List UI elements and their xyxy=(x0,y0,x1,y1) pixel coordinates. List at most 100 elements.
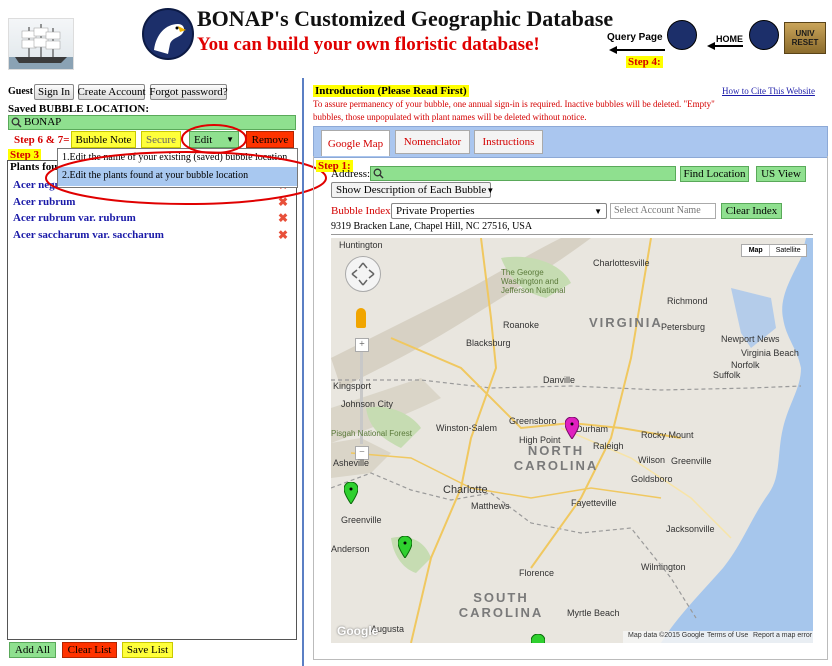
create-account-button[interactable]: Create Account xyxy=(77,84,146,100)
report-error-link[interactable]: Report a map error xyxy=(753,632,812,639)
select-account-input[interactable]: Select Account Name xyxy=(610,203,716,219)
list-item[interactable]: Acer saccharum var. saccharum xyxy=(13,229,164,241)
city-label: Charlotte xyxy=(443,484,488,496)
eagle-button-icon xyxy=(749,20,779,50)
univ-reset-button[interactable]: UNIV RESET xyxy=(784,22,826,54)
address-input[interactable] xyxy=(370,166,676,181)
edit-dropdown-menu: 1.Edit the name of your existing (saved)… xyxy=(57,148,298,188)
query-page-link[interactable]: Query Page xyxy=(607,20,697,54)
forest-label: The George Washington and Jefferson Nati… xyxy=(501,268,566,295)
tab-instructions[interactable]: Instructions xyxy=(474,130,543,154)
city-label: Jacksonville xyxy=(666,524,715,534)
ship-logo xyxy=(8,18,74,70)
sign-in-button[interactable]: Sign In xyxy=(34,84,74,100)
map-attribution: Map data ©2015 Google xyxy=(628,632,705,639)
city-label: Goldsboro xyxy=(631,474,673,484)
step67-label: Step 6 & 7= xyxy=(14,134,70,146)
map-type-control: Map Satellite xyxy=(741,244,807,257)
map-marker-green[interactable] xyxy=(531,634,545,643)
map-type-map-button[interactable]: Map xyxy=(742,245,769,256)
tab-nomenclator[interactable]: Nomenclator xyxy=(395,130,470,154)
forest-label: Pisgah National Forest xyxy=(331,429,412,438)
city-label: Wilson xyxy=(638,455,666,465)
delete-icon[interactable]: ✖ xyxy=(278,228,288,243)
map-marker-magenta[interactable] xyxy=(565,417,579,439)
city-label: Virginia Beach xyxy=(741,348,799,358)
eagle-button-icon xyxy=(667,20,697,50)
intro-text: To assure permanency of your bubble, one… xyxy=(313,99,715,122)
city-label: Matthews xyxy=(471,501,510,511)
edit-menu-item-plants[interactable]: 2.Edit the plants found at your bubble l… xyxy=(58,167,297,186)
chevron-down-icon: ▼ xyxy=(486,185,495,195)
edit-menu-item-name[interactable]: 1.Edit the name of your existing (saved)… xyxy=(62,152,287,163)
zoom-in-button[interactable]: + xyxy=(355,338,369,352)
state-label: SOUTH CAROLINA xyxy=(458,590,544,620)
eagle-logo xyxy=(142,8,194,60)
saved-bubble-field[interactable]: BONAP xyxy=(8,115,296,130)
city-label: Greenville xyxy=(671,456,712,466)
city-label: Richmond xyxy=(667,296,708,306)
pegman-icon[interactable] xyxy=(356,308,366,328)
city-label: Greenville xyxy=(341,515,382,525)
city-label: Asheville xyxy=(333,458,370,468)
show-description-select[interactable]: Show Description of Each Bubble ▼ xyxy=(331,182,495,198)
bubble-index-label: Bubble Index: xyxy=(331,205,394,217)
chevron-down-icon: ▼ xyxy=(226,135,234,144)
city-label: High Point xyxy=(519,435,561,445)
find-location-button[interactable]: Find Location xyxy=(680,166,749,182)
clear-list-button[interactable]: Clear List xyxy=(62,642,117,658)
address-line: 9319 Bracken Lane, Chapel Hill, NC 27516… xyxy=(331,221,533,232)
tab-google-map[interactable]: Google Map xyxy=(321,130,390,156)
home-label: HOME xyxy=(716,34,743,44)
list-item[interactable]: Acer rubrum xyxy=(13,196,75,208)
chevron-down-icon: ▼ xyxy=(594,206,602,216)
city-label: Petersburg xyxy=(661,322,706,332)
address-label: Address: xyxy=(331,168,371,180)
city-label: Norfolk xyxy=(731,360,760,370)
delete-icon[interactable]: ✖ xyxy=(278,195,288,210)
intro-title: Introduction (Please Read First) xyxy=(313,85,469,97)
city-label: Suffolk xyxy=(713,370,741,380)
remove-button[interactable]: Remove xyxy=(246,131,294,148)
city-label: Johnson City xyxy=(341,399,394,409)
city-label: Huntington xyxy=(339,240,383,250)
query-page-label: Query Page xyxy=(607,32,663,43)
step4-label: Step 4: xyxy=(626,56,663,68)
page-subtitle: You can build your own floristic databas… xyxy=(197,34,540,55)
city-label: Raleigh xyxy=(593,441,624,451)
delete-icon[interactable]: ✖ xyxy=(278,211,288,226)
page-title: BONAP's Customized Geographic Database xyxy=(197,6,614,31)
home-link[interactable]: HOME xyxy=(705,20,779,54)
saved-bubble-label: Saved BUBBLE LOCATION: xyxy=(8,103,149,115)
city-label: Rocky Mount xyxy=(641,430,694,440)
clear-index-button[interactable]: Clear Index xyxy=(721,203,782,219)
forgot-password-button[interactable]: Forgot password? xyxy=(149,84,228,100)
google-map[interactable]: + − Map Satellite VIRGINIA NORTH CAROLIN… xyxy=(331,238,813,643)
bubble-note-button[interactable]: Bubble Note xyxy=(71,131,136,148)
state-label: VIRGINIA xyxy=(589,315,663,330)
cite-link[interactable]: How to Cite This Website xyxy=(722,86,815,96)
save-list-button[interactable]: Save List xyxy=(122,642,173,658)
city-label: Roanoke xyxy=(503,320,540,330)
edit-select[interactable]: Edit ▼ xyxy=(189,131,239,148)
panel-divider xyxy=(302,78,304,666)
map-marker-green[interactable] xyxy=(344,482,358,504)
city-label: Danville xyxy=(543,375,576,385)
city-label: Fayetteville xyxy=(571,498,617,508)
bubble-index-select[interactable]: Private Properties ▼ xyxy=(391,203,607,219)
terms-link[interactable]: Terms of Use xyxy=(707,632,748,639)
city-label: Kingsport xyxy=(333,381,372,391)
arrow-left-icon xyxy=(609,46,665,54)
state-label: NORTH CAROLINA xyxy=(513,443,599,473)
search-icon xyxy=(373,168,384,179)
add-all-button[interactable]: Add All xyxy=(9,642,56,658)
pan-arrows-icon xyxy=(351,262,375,286)
google-logo: Google xyxy=(337,624,379,638)
secure-button[interactable]: Secure xyxy=(141,131,181,148)
map-marker-green[interactable] xyxy=(398,536,412,558)
us-view-button[interactable]: US View xyxy=(756,166,806,182)
map-type-satellite-button[interactable]: Satellite xyxy=(769,245,806,256)
city-label: Durham xyxy=(576,424,609,434)
tab-strip xyxy=(313,126,828,158)
list-item[interactable]: Acer rubrum var. rubrum xyxy=(13,212,136,224)
